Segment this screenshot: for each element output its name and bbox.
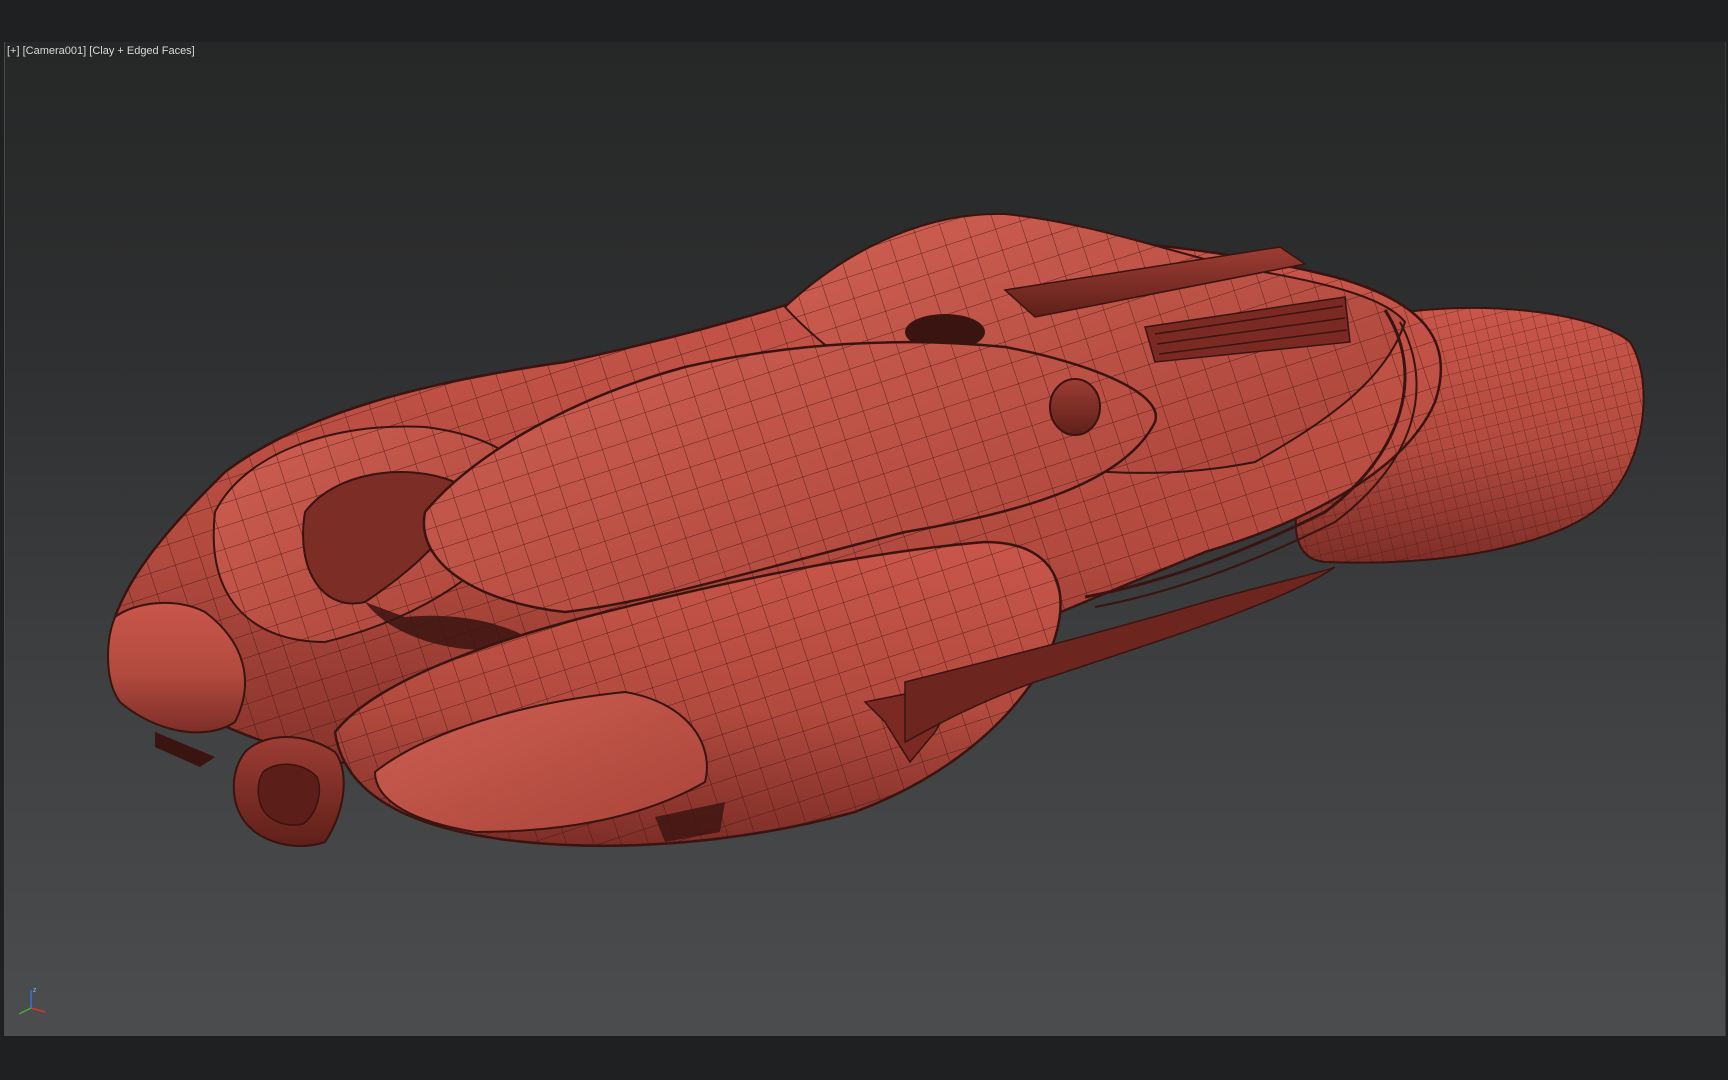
bottom-status-strip <box>0 1036 1728 1080</box>
hover-car-mesh-icon[interactable] <box>5 42 1725 1036</box>
top-toolbar-strip <box>0 0 1728 42</box>
camera-viewport[interactable]: [+] [Camera001] [Clay + Edged Faces] z <box>4 42 1726 1036</box>
axis-z-label: z <box>33 987 37 994</box>
axis-gizmo-icon: z <box>18 987 46 1015</box>
